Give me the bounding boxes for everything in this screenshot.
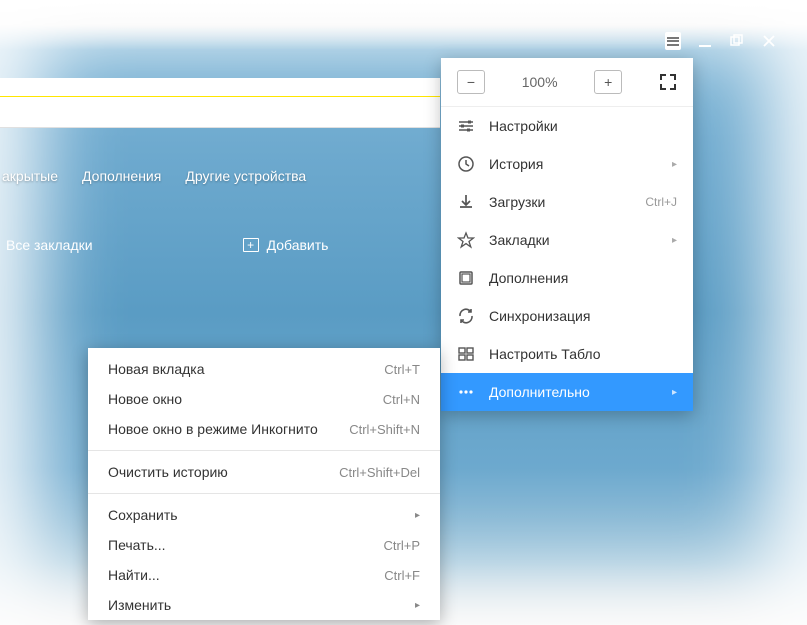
ctx-item-label: Найти...: [108, 567, 160, 583]
link-addons[interactable]: Дополнения: [82, 168, 161, 184]
ctx-shortcut: Ctrl+T: [384, 362, 420, 377]
minimize-button[interactable]: [697, 33, 713, 49]
add-bookmark-button[interactable]: + Добавить: [243, 237, 329, 253]
menu-item-sync[interactable]: Синхронизация: [441, 297, 693, 335]
menu-item-clock[interactable]: История ▸: [441, 145, 693, 183]
chevron-right-icon: ▸: [672, 159, 677, 170]
menu-item-sliders[interactable]: Настройки: [441, 107, 693, 145]
hamburger-icon[interactable]: [665, 32, 681, 50]
ctx-shortcut: Ctrl+N: [383, 392, 420, 407]
ctx-item-label: Очистить историю: [108, 464, 228, 480]
ctx-item-label: Сохранить: [108, 507, 178, 523]
addons-icon: [457, 269, 475, 287]
ctx-item[interactable]: Изменить ▸: [88, 590, 440, 620]
menu-item-download[interactable]: Загрузки Ctrl+J: [441, 183, 693, 221]
ctx-item-label: Изменить: [108, 597, 171, 613]
menu-item-label: Дополнения: [489, 270, 677, 286]
ctx-item-label: Новое окно: [108, 391, 182, 407]
add-bookmark-label: Добавить: [267, 237, 329, 253]
menu-item-addons[interactable]: Дополнения: [441, 259, 693, 297]
zoom-in-button[interactable]: +: [594, 70, 622, 94]
dots-icon: [457, 383, 475, 401]
sliders-icon: [457, 117, 475, 135]
maximize-button[interactable]: [729, 33, 745, 49]
chevron-right-icon: ▸: [415, 600, 420, 611]
menu-item-tableau[interactable]: Настроить Табло: [441, 335, 693, 373]
menu-item-dots[interactable]: Дополнительно ▸: [441, 373, 693, 411]
separator: [88, 493, 440, 494]
address-bar[interactable]: [0, 78, 440, 128]
ctx-item[interactable]: Новая вкладка Ctrl+T: [88, 354, 440, 384]
window-controls: [665, 32, 777, 50]
ctx-shortcut: Ctrl+F: [384, 568, 420, 583]
menu-item-label: История: [489, 156, 658, 172]
fullscreen-button[interactable]: [659, 73, 677, 91]
ctx-item-label: Новая вкладка: [108, 361, 205, 377]
plus-icon: +: [243, 238, 259, 252]
chevron-right-icon: ▸: [672, 235, 677, 246]
sync-icon: [457, 307, 475, 325]
all-bookmarks-link[interactable]: Все закладки: [6, 237, 93, 253]
tab-links: акрытые Дополнения Другие устройства: [0, 168, 306, 184]
zoom-value: 100%: [522, 74, 558, 90]
menu-item-label: Настройки: [489, 118, 677, 134]
ctx-shortcut: Ctrl+Shift+Del: [339, 465, 420, 480]
link-closed-tabs[interactable]: акрытые: [2, 168, 58, 184]
menu-shortcut: Ctrl+J: [645, 195, 677, 209]
zoom-controls: − 100% +: [441, 58, 693, 107]
ctx-shortcut: Ctrl+P: [384, 538, 420, 553]
ctx-shortcut: Ctrl+Shift+N: [349, 422, 420, 437]
menu-item-label: Дополнительно: [489, 384, 658, 400]
separator: [88, 450, 440, 451]
zoom-out-button[interactable]: −: [457, 70, 485, 94]
menu-item-star[interactable]: Закладки ▸: [441, 221, 693, 259]
main-menu: − 100% + Настройки История ▸ Загрузки Ctrl+J…: [441, 58, 693, 411]
download-icon: [457, 193, 475, 211]
ctx-item[interactable]: Найти... Ctrl+F: [88, 560, 440, 590]
ctx-item[interactable]: Новое окно Ctrl+N: [88, 384, 440, 414]
menu-item-label: Синхронизация: [489, 308, 677, 324]
clock-icon: [457, 155, 475, 173]
menu-item-label: Закладки: [489, 232, 658, 248]
chevron-right-icon: ▸: [415, 510, 420, 521]
ctx-item[interactable]: Сохранить ▸: [88, 500, 440, 530]
menu-item-label: Загрузки: [489, 194, 631, 210]
ctx-item[interactable]: Очистить историю Ctrl+Shift+Del: [88, 457, 440, 487]
link-other-devices[interactable]: Другие устройства: [185, 168, 306, 184]
chevron-right-icon: ▸: [672, 387, 677, 398]
tableau-icon: [457, 345, 475, 363]
menu-item-label: Настроить Табло: [489, 346, 677, 362]
ctx-item[interactable]: Новое окно в режиме Инкогнито Ctrl+Shift+…: [88, 414, 440, 444]
ctx-item-label: Печать...: [108, 537, 166, 553]
star-icon: [457, 231, 475, 249]
ctx-item-label: Новое окно в режиме Инкогнито: [108, 421, 318, 437]
context-menu: Новая вкладкаCtrl+TНовое окноCtrl+NНовое…: [88, 348, 440, 620]
ctx-item[interactable]: Печать... Ctrl+P: [88, 530, 440, 560]
close-button[interactable]: [761, 33, 777, 49]
